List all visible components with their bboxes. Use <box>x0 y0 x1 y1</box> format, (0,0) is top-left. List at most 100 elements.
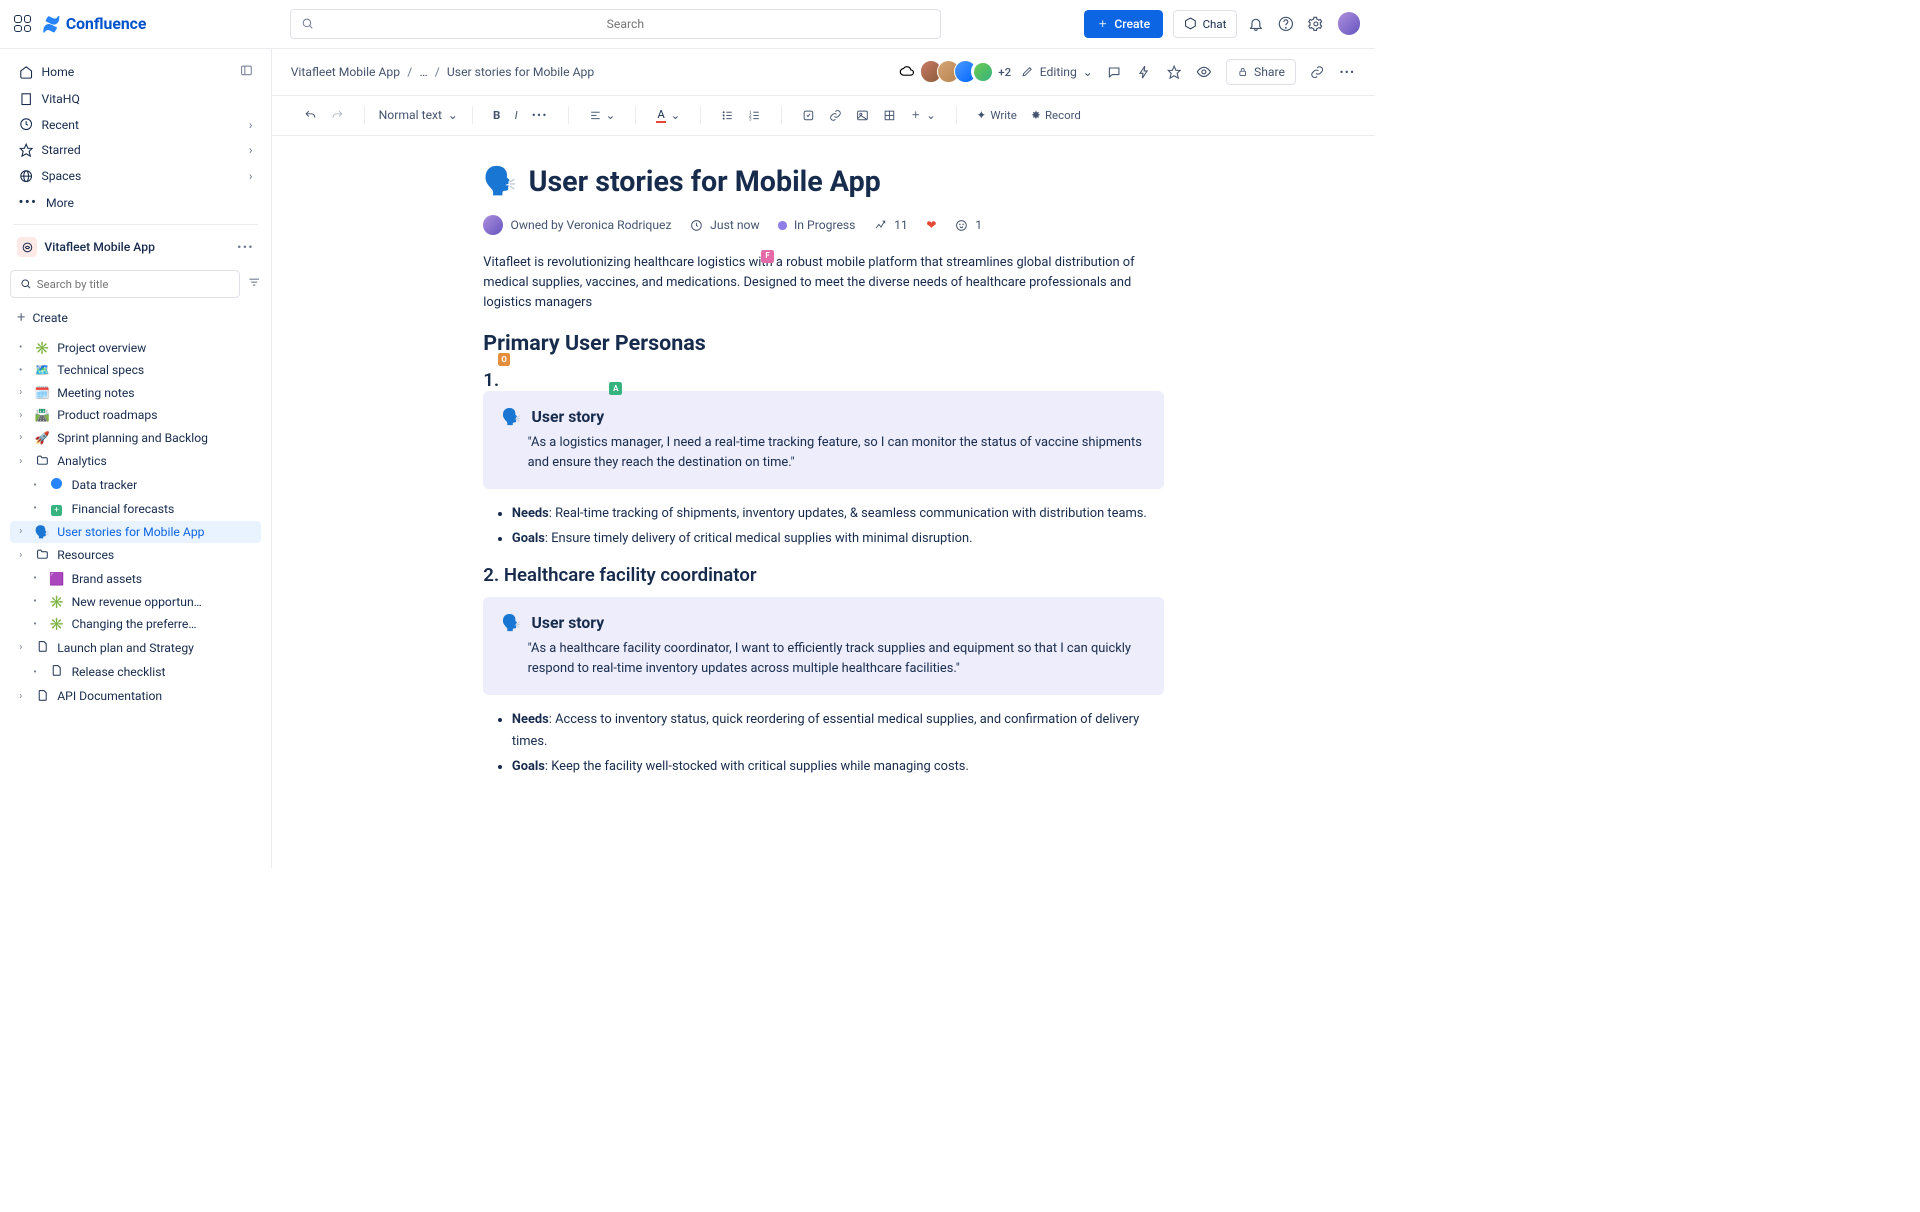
link-button[interactable] <box>823 104 847 125</box>
logo[interactable]: Confluence <box>42 14 147 33</box>
building-icon <box>19 92 33 106</box>
comments-icon[interactable] <box>1106 63 1123 80</box>
tree-item[interactable]: ›API Documentation <box>10 684 261 708</box>
action-item-button[interactable] <box>796 104 820 125</box>
collaborators[interactable]: +2 <box>925 60 1011 83</box>
redo-button[interactable] <box>325 104 349 125</box>
sidebar-search[interactable] <box>10 270 240 297</box>
chevron-right-icon: › <box>14 456 27 467</box>
analytics-icon <box>874 219 887 232</box>
bullet-list-button[interactable] <box>715 104 739 125</box>
persona-2-heading[interactable]: 2. Healthcare facility coordinator <box>483 564 1163 586</box>
sidebar-create[interactable]: +Create <box>10 305 261 332</box>
automation-icon[interactable] <box>1136 63 1153 80</box>
page-title[interactable]: User stories for Mobile App <box>529 164 881 198</box>
sidebar: Home VitaHQ Recent› Starred› Spaces› •••… <box>0 49 272 868</box>
nav-home[interactable]: Home <box>10 59 261 86</box>
insert-button[interactable]: ⌄ <box>905 104 942 127</box>
undo-button[interactable] <box>298 104 322 125</box>
filter-icon[interactable] <box>247 275 261 292</box>
collaborator-cursor-a: A <box>609 382 622 395</box>
search-input[interactable] <box>321 17 930 31</box>
owner-avatar[interactable] <box>483 215 503 235</box>
views-count[interactable]: 11 <box>894 218 908 232</box>
notifications-icon[interactable] <box>1247 15 1264 32</box>
star-icon[interactable] <box>1166 63 1183 80</box>
breadcrumb-item[interactable]: User stories for Mobile App <box>447 65 594 79</box>
nav-starred[interactable]: Starred› <box>10 138 261 164</box>
home-icon <box>19 65 33 79</box>
numbered-list-button[interactable]: 123 <box>742 104 766 125</box>
italic-button[interactable]: I <box>509 104 523 127</box>
sidebar-search-input[interactable] <box>37 277 230 291</box>
tree-label: Resources <box>57 548 114 562</box>
ai-write-button[interactable]: ✦ Write <box>971 104 1023 127</box>
page-icon: 🗺️ <box>34 363 50 377</box>
tree-item[interactable]: ›Analytics <box>10 449 261 473</box>
document[interactable]: 🗣️ User stories for Mobile App Owned by … <box>469 164 1178 778</box>
owner-label[interactable]: Owned by Veronica Rodriquez <box>511 218 672 232</box>
text-color-button[interactable]: A ⌄ <box>650 103 686 128</box>
align-button[interactable]: ⌄ <box>583 104 621 127</box>
heart-icon[interactable]: ❤ <box>926 218 936 232</box>
tree-item[interactable]: •+Financial forecasts <box>10 497 261 521</box>
persona-2-details[interactable]: Needs: Access to inventory status, quick… <box>483 709 1163 778</box>
help-icon[interactable] <box>1277 15 1294 32</box>
persona-1-details[interactable]: Needs: Real-time tracking of shipments, … <box>483 503 1163 550</box>
pencil-icon <box>1021 65 1034 78</box>
nav-recent[interactable]: Recent› <box>10 112 261 138</box>
chevron-right-icon: › <box>14 691 27 702</box>
copy-link-icon[interactable] <box>1309 63 1326 80</box>
intro-paragraph[interactable]: Vitafleet is revolutionizing healthcare … <box>483 253 1163 313</box>
user-story-panel-1[interactable]: A 🗣️ User story "As a logistics manager,… <box>483 391 1163 489</box>
page-emoji[interactable]: 🗣️ <box>483 165 517 197</box>
more-formatting-icon[interactable]: ••• <box>526 104 553 127</box>
tree-item[interactable]: ›🛣️Product roadmaps <box>10 404 261 427</box>
panel-body[interactable]: "As a healthcare facility coordinator, I… <box>502 639 1145 679</box>
breadcrumb-item[interactable]: Vitafleet Mobile App <box>291 65 400 79</box>
tree-item[interactable]: •Data tracker <box>10 474 261 497</box>
profile-avatar[interactable] <box>1338 12 1361 35</box>
persona-1-number[interactable]: 1. O <box>483 369 1163 391</box>
nav-vitahq[interactable]: VitaHQ <box>10 86 261 112</box>
tree-item[interactable]: •Release checklist <box>10 660 261 684</box>
breadcrumb-item[interactable]: … <box>419 65 427 79</box>
page-icon: 🗣️ <box>34 525 50 539</box>
bold-button[interactable]: B <box>487 104 506 127</box>
more-actions-icon[interactable]: ••• <box>1339 63 1356 80</box>
editing-mode-button[interactable]: Editing⌄ <box>1021 65 1093 79</box>
settings-icon[interactable] <box>1307 15 1324 32</box>
image-button[interactable] <box>850 104 874 125</box>
record-button[interactable]: ✸ Record <box>1025 104 1086 127</box>
nav-spaces[interactable]: Spaces› <box>10 163 261 189</box>
tree-item[interactable]: •🗺️Technical specs <box>10 359 261 382</box>
tree-item[interactable]: ›🚀Sprint planning and Backlog <box>10 427 261 450</box>
page-icon: 🚀 <box>34 431 50 445</box>
space-header[interactable]: Vitafleet Mobile App ••• <box>10 231 261 262</box>
collab-overflow[interactable]: +2 <box>998 65 1011 79</box>
tree-item[interactable]: ›Resources <box>10 543 261 567</box>
nav-more[interactable]: •••More <box>10 189 261 216</box>
tree-item[interactable]: •✳️Project overview <box>10 336 261 359</box>
tree-item[interactable]: •✳️Changing the preferre… <box>10 613 261 636</box>
create-button[interactable]: Create <box>1084 10 1163 38</box>
text-style-select[interactable]: Normal text ⌄ <box>371 104 465 127</box>
user-story-panel-2[interactable]: 🗣️ User story "As a healthcare facility … <box>483 597 1163 695</box>
tree-item[interactable]: ›Launch plan and Strategy <box>10 635 261 659</box>
table-button[interactable] <box>877 104 901 125</box>
tree-item[interactable]: •✳️New revenue opportun… <box>10 590 261 613</box>
collapse-sidebar-icon[interactable] <box>240 64 253 80</box>
share-button[interactable]: Share <box>1226 59 1296 85</box>
tree-item[interactable]: ›🗓️Meeting notes <box>10 382 261 405</box>
heading-personas[interactable]: Primary User Personas <box>483 331 1163 356</box>
watch-icon[interactable] <box>1196 63 1213 80</box>
tree-item[interactable]: •🟪Brand assets <box>10 568 261 591</box>
space-more-icon[interactable]: ••• <box>237 240 254 254</box>
tree-item[interactable]: ›🗣️User stories for Mobile App <box>10 521 261 544</box>
chat-button[interactable]: Chat <box>1173 10 1237 37</box>
status-label[interactable]: In Progress <box>794 218 855 232</box>
panel-body[interactable]: "As a logistics manager, I need a real-t… <box>502 433 1145 473</box>
global-search[interactable] <box>290 9 942 39</box>
app-switcher-icon[interactable] <box>14 15 31 32</box>
add-reaction-icon[interactable] <box>955 219 968 232</box>
